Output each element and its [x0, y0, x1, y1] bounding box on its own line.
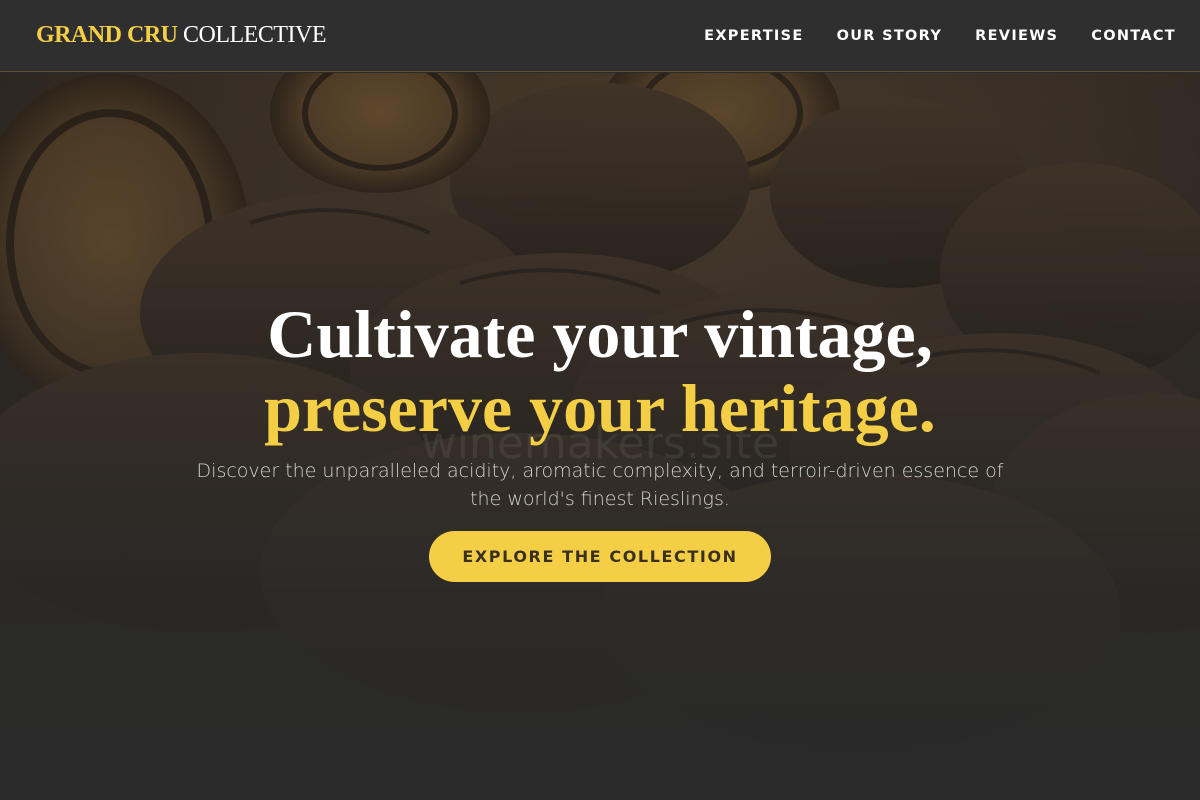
- brand-logo[interactable]: GRAND CRU COLLECTIVE: [36, 22, 326, 49]
- site-header: GRAND CRU COLLECTIVE EXPERTISE OUR STORY…: [0, 0, 1200, 72]
- nav-link-expertise[interactable]: EXPERTISE: [704, 28, 803, 44]
- hero-subtitle: Discover the unparalleled acidity, aroma…: [196, 460, 1004, 510]
- main-nav: EXPERTISE OUR STORY REVIEWS CONTACT: [704, 28, 1176, 44]
- hero-section: Cultivate your vintage, winemakers.site …: [0, 73, 1200, 800]
- hero-headline-line1: Cultivate your vintage,: [267, 296, 933, 372]
- explore-collection-button[interactable]: EXPLORE THE COLLECTION: [429, 531, 771, 582]
- brand-name-rest: COLLECTIVE: [183, 22, 326, 48]
- brand-name-accent: GRAND CRU: [36, 22, 178, 48]
- hero-content: Cultivate your vintage, winemakers.site …: [0, 73, 1200, 800]
- hero-headline-line2: preserve your heritage.: [264, 370, 936, 446]
- nav-link-reviews[interactable]: REVIEWS: [975, 28, 1058, 44]
- nav-link-our-story[interactable]: OUR STORY: [837, 28, 943, 44]
- nav-link-contact[interactable]: CONTACT: [1091, 28, 1176, 44]
